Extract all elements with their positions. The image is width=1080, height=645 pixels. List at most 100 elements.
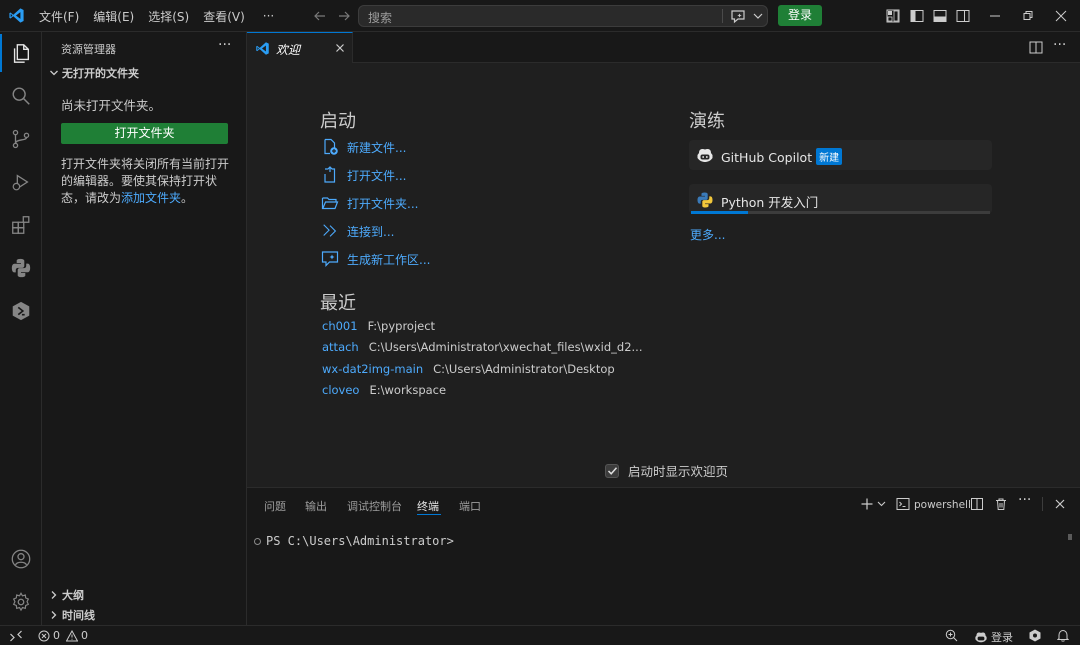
activity-manage[interactable] xyxy=(0,581,42,623)
editor-more-actions[interactable]: ··· xyxy=(1053,37,1066,53)
customize-layout-icon[interactable] xyxy=(885,8,901,24)
split-editor-icon[interactable] xyxy=(1028,40,1044,55)
minimize-icon[interactable] xyxy=(988,8,1002,24)
plus-icon[interactable] xyxy=(860,497,874,511)
more-walkthroughs-link[interactable]: 更多... xyxy=(690,226,725,243)
start-new-file[interactable]: 新建文件... xyxy=(321,137,406,157)
login-button[interactable]: 登录 xyxy=(778,5,822,26)
recent-item-name[interactable]: wx-dat2img-main xyxy=(322,362,423,376)
walkthrough-python[interactable]: Python 开发入门 xyxy=(689,184,992,214)
chat-icon[interactable] xyxy=(730,9,746,24)
close-window-icon[interactable] xyxy=(1054,8,1068,24)
recent-item[interactable]: wx-dat2img-main C:\Users\Administrator\De… xyxy=(322,362,615,376)
search-icon xyxy=(10,85,32,107)
section-outline-header[interactable]: 大纲 xyxy=(48,587,84,603)
status-bar: 0 0 登录 xyxy=(0,625,1080,645)
restore-icon[interactable] xyxy=(1021,8,1035,24)
recent-item[interactable]: attach C:\Users\Administrator\xwechat_fil… xyxy=(322,340,642,354)
terminal-scrollbar[interactable] xyxy=(1068,534,1072,540)
start-open-folder[interactable]: 打开文件夹... xyxy=(321,193,418,213)
copilot-login-status[interactable]: 登录 xyxy=(974,629,1013,645)
toggle-primary-sidebar-icon[interactable] xyxy=(909,8,925,24)
back-arrow-icon[interactable] xyxy=(312,8,328,24)
notifications[interactable] xyxy=(1057,629,1069,642)
nav-arrows xyxy=(312,8,352,24)
toggle-panel-icon[interactable] xyxy=(932,8,948,24)
walkthrough-progress-fill xyxy=(691,211,748,214)
trash-icon[interactable] xyxy=(994,497,1008,511)
activity-remote-explorer[interactable] xyxy=(0,290,42,332)
section-no-folder-header[interactable]: 无打开的文件夹 xyxy=(48,65,139,81)
chevron-down-icon[interactable] xyxy=(753,12,763,20)
show-on-startup-checkbox[interactable] xyxy=(605,463,619,478)
walkthrough-copilot-title: GitHub Copilot xyxy=(721,150,813,165)
start-new-workspace-label: 生成新工作区... xyxy=(347,252,431,267)
terminal-output[interactable]: PS C:\Users\Administrator> xyxy=(254,534,454,548)
show-on-startup[interactable]: 启动时显示欢迎页 xyxy=(605,461,728,480)
start-new-workspace[interactable]: 生成新工作区... xyxy=(321,249,430,269)
section-timeline-header[interactable]: 时间线 xyxy=(48,607,95,623)
tab-welcome[interactable]: 欢迎 xyxy=(247,32,353,63)
remote-extension-status[interactable] xyxy=(1029,629,1041,642)
start-connect-to[interactable]: 连接到... xyxy=(321,221,394,241)
title-bar: 文件(F) 编辑(E) 选择(S) 查看(V) ··· 搜索 登录 xyxy=(0,0,1080,32)
menu-view[interactable]: 查看(V) xyxy=(196,8,252,25)
command-center-search[interactable]: 搜索 xyxy=(358,5,768,27)
open-folder-button[interactable]: 打开文件夹 xyxy=(61,123,228,144)
problems-indicator[interactable]: 0 0 xyxy=(38,629,88,642)
gear-icon xyxy=(10,591,32,613)
activity-explorer[interactable] xyxy=(0,32,42,74)
run-debug-icon xyxy=(10,171,32,193)
activity-run-debug[interactable] xyxy=(0,161,42,203)
panel-more-actions[interactable]: ··· xyxy=(1018,492,1031,508)
recent-item-name[interactable]: ch001 xyxy=(322,319,358,333)
description-end: 。 xyxy=(181,191,194,205)
tab-debug-console[interactable]: 调试控制台 xyxy=(347,498,402,514)
search-placeholder: 搜索 xyxy=(368,11,393,25)
start-open-file[interactable]: 打开文件... xyxy=(321,165,406,185)
activity-python[interactable] xyxy=(0,247,42,289)
recent-item-path: C:\Users\Administrator\xwechat_files\wxi… xyxy=(368,340,643,354)
menu-more[interactable]: ··· xyxy=(256,9,281,23)
status-login-label: 登录 xyxy=(991,631,1013,644)
recent-item[interactable]: cloveo E:\workspace xyxy=(322,383,446,397)
activity-source-control[interactable] xyxy=(0,118,42,160)
open-file-icon xyxy=(321,166,347,184)
panel-separator xyxy=(1042,497,1043,511)
close-panel-icon[interactable] xyxy=(1053,497,1067,511)
new-file-icon xyxy=(321,138,347,156)
explorer-sidebar: 资源管理器 ··· 无打开的文件夹 尚未打开文件夹。 打开文件夹 打开文件夹将关… xyxy=(42,32,247,625)
activity-search[interactable] xyxy=(0,75,42,117)
forward-arrow-icon[interactable] xyxy=(336,8,352,24)
sidebar-more-actions[interactable]: ··· xyxy=(218,37,231,53)
menu-edit[interactable]: 编辑(E) xyxy=(86,8,141,25)
activity-accounts[interactable] xyxy=(0,538,42,580)
tab-ports[interactable]: 端口 xyxy=(459,498,481,514)
chevron-down-icon xyxy=(48,67,60,79)
recent-item-name[interactable]: attach xyxy=(322,340,359,354)
walkthrough-copilot-label: GitHub Copilot 新建 xyxy=(721,148,843,165)
warning-icon xyxy=(66,629,78,642)
recent-item-name[interactable]: cloveo xyxy=(322,383,359,397)
zoom-indicator[interactable] xyxy=(945,629,958,642)
split-terminal-icon[interactable] xyxy=(970,497,984,511)
active-indicator xyxy=(0,34,2,72)
terminal-shell-label[interactable]: powershell xyxy=(914,499,971,511)
tab-problems[interactable]: 问题 xyxy=(264,498,286,514)
remote-indicator[interactable] xyxy=(0,626,32,645)
recent-item[interactable]: ch001 F:\pyproject xyxy=(322,319,435,333)
activity-extensions[interactable] xyxy=(0,204,42,246)
menu-file[interactable]: 文件(F) xyxy=(32,8,86,25)
recent-heading: 最近 xyxy=(320,293,356,314)
tab-terminal[interactable]: 终端 xyxy=(417,498,439,514)
close-icon[interactable] xyxy=(333,41,347,55)
menu-selection[interactable]: 选择(S) xyxy=(141,8,196,25)
chevron-down-icon[interactable] xyxy=(877,500,886,508)
tab-output[interactable]: 输出 xyxy=(305,498,327,514)
walkthrough-github-copilot[interactable]: GitHub Copilot 新建 xyxy=(689,140,992,170)
section-no-folder-label: 无打开的文件夹 xyxy=(62,67,139,80)
recent-item-path: E:\workspace xyxy=(369,383,447,397)
chevron-right-icon xyxy=(48,609,60,621)
add-folder-link[interactable]: 添加文件夹 xyxy=(121,191,181,205)
toggle-secondary-sidebar-icon[interactable] xyxy=(955,8,971,24)
